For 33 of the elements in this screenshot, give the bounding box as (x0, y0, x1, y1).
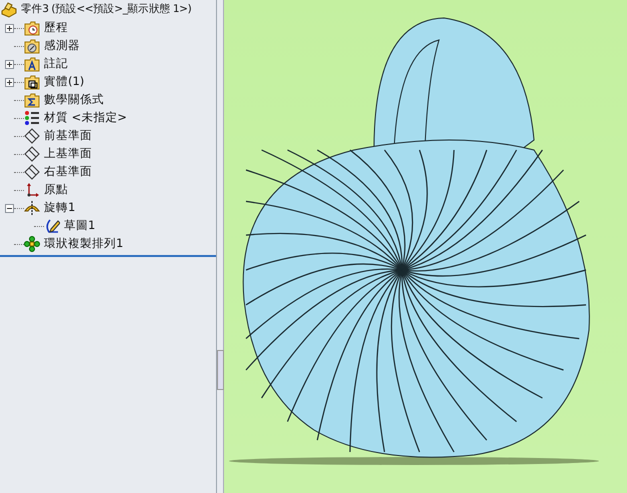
tree-item-label[interactable]: 數學關係式 (44, 91, 104, 109)
tree-item-label[interactable]: 歷程 (44, 19, 68, 37)
plane-icon (24, 146, 40, 162)
tree-item-label[interactable]: 材質 <未指定> (44, 109, 127, 127)
tree-item-label[interactable]: 旋轉1 (44, 199, 76, 217)
circular-pattern-icon (24, 236, 40, 252)
folder-sigma-icon (24, 92, 40, 108)
tree-item-label[interactable]: 上基準面 (44, 145, 92, 163)
tree-item-label[interactable]: 前基準面 (44, 127, 92, 145)
tree-item-label[interactable]: 實體(1) (44, 73, 84, 91)
tree-item-label[interactable]: 草圖1 (64, 217, 96, 235)
sketch-pencil-icon (44, 218, 60, 234)
expand-toggle[interactable] (5, 78, 14, 86)
folder-cube-icon (24, 74, 40, 90)
plane-icon (24, 128, 40, 144)
tree-item-label[interactable]: 註記 (44, 55, 68, 73)
tree-item-label[interactable]: 零件3 (預設<<預設>_顯示狀態 1>) (21, 2, 192, 18)
origin-axes-icon (24, 182, 40, 198)
material-list-icon (24, 110, 40, 126)
expand-toggle[interactable] (5, 60, 14, 68)
tree-item-label[interactable]: 原點 (44, 181, 68, 199)
folder-gauge-icon (24, 38, 40, 54)
folder-clock-icon (24, 20, 40, 36)
revolve-icon (24, 200, 40, 216)
part-icon (1, 2, 17, 18)
tree-item-label[interactable]: 環狀複製排列1 (44, 235, 124, 253)
tree-item-label[interactable]: 感測器 (44, 37, 80, 55)
plane-icon (24, 164, 40, 180)
collapse-handle[interactable] (217, 350, 224, 390)
tree-item-label[interactable]: 右基準面 (44, 163, 92, 181)
folder-letter-icon (24, 56, 40, 72)
expand-toggle[interactable] (5, 24, 14, 32)
collapse-toggle[interactable] (5, 204, 14, 212)
